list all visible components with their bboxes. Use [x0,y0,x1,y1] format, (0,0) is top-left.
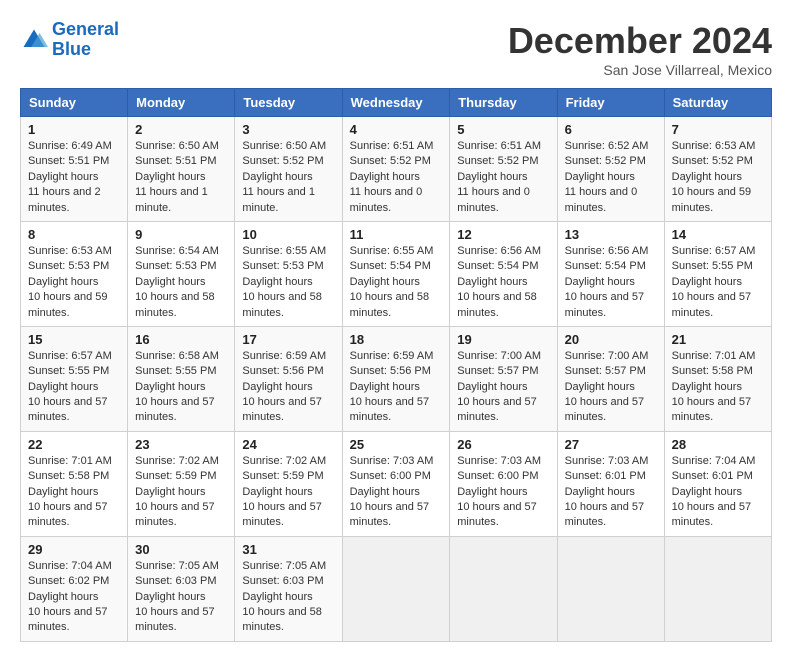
table-row [664,536,771,641]
table-row: 13Sunrise: 6:56 AMSunset: 5:54 PMDayligh… [557,221,664,326]
table-row: 23Sunrise: 7:02 AMSunset: 5:59 PMDayligh… [128,431,235,536]
table-row: 2Sunrise: 6:50 AMSunset: 5:51 PMDaylight… [128,117,235,222]
col-sunday: Sunday [21,89,128,117]
table-row: 24Sunrise: 7:02 AMSunset: 5:59 PMDayligh… [235,431,342,536]
table-row: 30Sunrise: 7:05 AMSunset: 6:03 PMDayligh… [128,536,235,641]
col-tuesday: Tuesday [235,89,342,117]
table-row: 29Sunrise: 7:04 AMSunset: 6:02 PMDayligh… [21,536,128,641]
table-row [342,536,450,641]
title-block: December 2024 San Jose Villarreal, Mexic… [508,20,772,78]
logo-text: General Blue [52,20,119,60]
table-row: 6Sunrise: 6:52 AMSunset: 5:52 PMDaylight… [557,117,664,222]
logo: General Blue [20,20,119,60]
table-row: 8Sunrise: 6:53 AMSunset: 5:53 PMDaylight… [21,221,128,326]
table-row: 1Sunrise: 6:49 AMSunset: 5:51 PMDaylight… [21,117,128,222]
table-row: 27Sunrise: 7:03 AMSunset: 6:01 PMDayligh… [557,431,664,536]
col-thursday: Thursday [450,89,557,117]
col-wednesday: Wednesday [342,89,450,117]
table-row [557,536,664,641]
table-row: 20Sunrise: 7:00 AMSunset: 5:57 PMDayligh… [557,326,664,431]
table-row: 15Sunrise: 6:57 AMSunset: 5:55 PMDayligh… [21,326,128,431]
table-row: 17Sunrise: 6:59 AMSunset: 5:56 PMDayligh… [235,326,342,431]
table-row: 11Sunrise: 6:55 AMSunset: 5:54 PMDayligh… [342,221,450,326]
logo-icon [20,26,48,54]
table-row: 18Sunrise: 6:59 AMSunset: 5:56 PMDayligh… [342,326,450,431]
table-row: 19Sunrise: 7:00 AMSunset: 5:57 PMDayligh… [450,326,557,431]
table-row: 21Sunrise: 7:01 AMSunset: 5:58 PMDayligh… [664,326,771,431]
table-row: 22Sunrise: 7:01 AMSunset: 5:58 PMDayligh… [21,431,128,536]
col-friday: Friday [557,89,664,117]
table-row: 25Sunrise: 7:03 AMSunset: 6:00 PMDayligh… [342,431,450,536]
table-row: 31Sunrise: 7:05 AMSunset: 6:03 PMDayligh… [235,536,342,641]
table-row: 14Sunrise: 6:57 AMSunset: 5:55 PMDayligh… [664,221,771,326]
col-saturday: Saturday [664,89,771,117]
table-row: 26Sunrise: 7:03 AMSunset: 6:00 PMDayligh… [450,431,557,536]
calendar-header-row: Sunday Monday Tuesday Wednesday Thursday… [21,89,772,117]
col-monday: Monday [128,89,235,117]
page-header: General Blue December 2024 San Jose Vill… [20,20,772,78]
table-row: 5Sunrise: 6:51 AMSunset: 5:52 PMDaylight… [450,117,557,222]
table-row: 16Sunrise: 6:58 AMSunset: 5:55 PMDayligh… [128,326,235,431]
table-row: 4Sunrise: 6:51 AMSunset: 5:52 PMDaylight… [342,117,450,222]
table-row: 9Sunrise: 6:54 AMSunset: 5:53 PMDaylight… [128,221,235,326]
table-row: 3Sunrise: 6:50 AMSunset: 5:52 PMDaylight… [235,117,342,222]
table-row: 28Sunrise: 7:04 AMSunset: 6:01 PMDayligh… [664,431,771,536]
table-row: 12Sunrise: 6:56 AMSunset: 5:54 PMDayligh… [450,221,557,326]
month-title: December 2024 [508,20,772,62]
table-row: 7Sunrise: 6:53 AMSunset: 5:52 PMDaylight… [664,117,771,222]
table-row [450,536,557,641]
calendar-table: Sunday Monday Tuesday Wednesday Thursday… [20,88,772,642]
location: San Jose Villarreal, Mexico [508,62,772,78]
table-row: 10Sunrise: 6:55 AMSunset: 5:53 PMDayligh… [235,221,342,326]
